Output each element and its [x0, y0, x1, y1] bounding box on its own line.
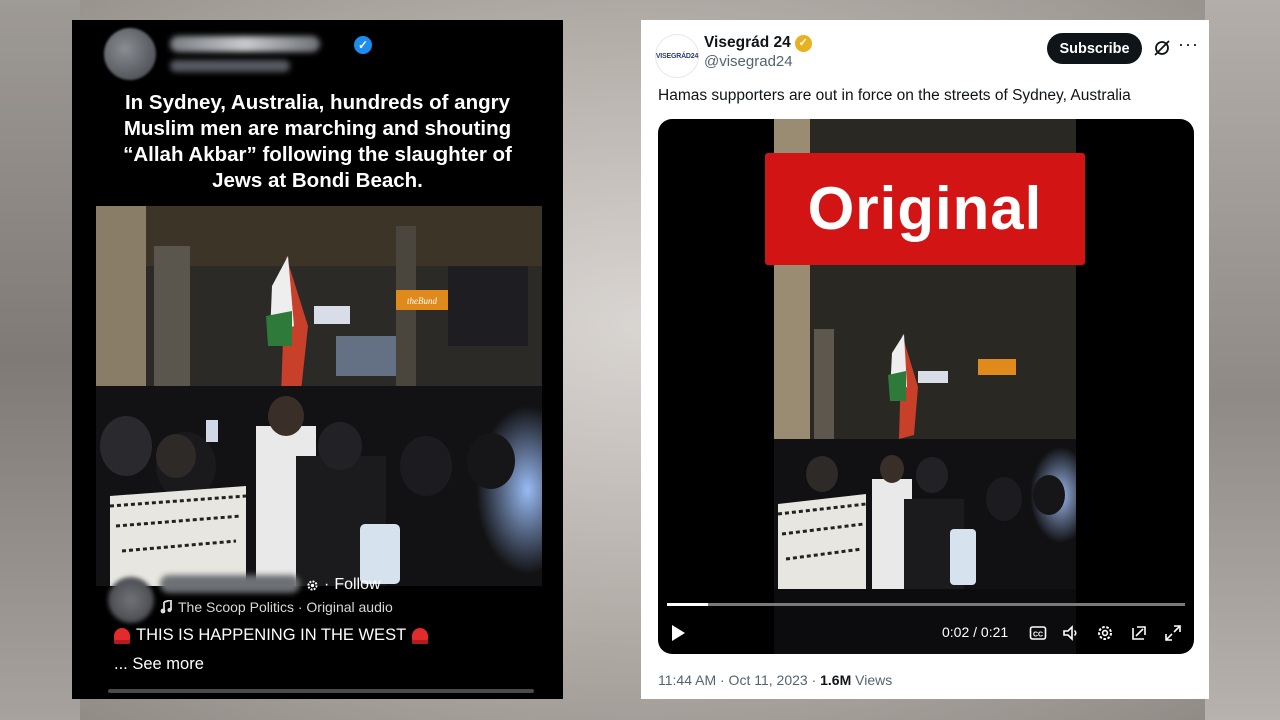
fb-video-player[interactable]: theBund — [96, 206, 542, 586]
account-name-label: Visegrád 24 — [704, 34, 791, 51]
original-label-banner: Original — [765, 153, 1085, 265]
avatar[interactable]: VISEGRÁD24 — [655, 34, 699, 78]
more-icon[interactable]: ··· — [1178, 34, 1199, 55]
views-label: Views — [851, 672, 893, 688]
post-text: Hamas supporters are out in force on the… — [658, 87, 1131, 104]
fb-follow-button[interactable]: · Follow — [306, 576, 381, 594]
blurred-account-name — [170, 36, 320, 52]
protest-video-frame: theBund — [96, 206, 542, 586]
fb-audio-label: The Scoop Politics · Original audio — [178, 599, 393, 615]
post-timestamp[interactable]: 11:44 AM · Oct 11, 2023 · — [658, 672, 820, 688]
blurred-avatar — [104, 28, 156, 80]
video-controls: 0:02 / 0:21 CC — [658, 619, 1194, 649]
pip-icon[interactable] — [1130, 624, 1148, 642]
siren-icon — [412, 627, 429, 644]
facebook-reel-screenshot: ✓ In Sydney, Australia, hundreds of angr… — [72, 20, 563, 699]
background-blur-left — [0, 0, 80, 720]
fb-header: ✓ — [104, 28, 534, 88]
fullscreen-icon[interactable] — [1164, 624, 1182, 642]
video-time-display: 0:02 / 0:21 — [942, 624, 1009, 640]
x-post-screenshot: VISEGRÁD24 Visegrád 24 ✓ @visegrad24 Sub… — [641, 20, 1209, 699]
avatar-logo-text: VISEGRÁD24 — [655, 52, 699, 60]
fb-audio-attribution[interactable]: The Scoop Politics · Original audio — [160, 599, 393, 615]
post-metadata: 11:44 AM · Oct 11, 2023 · 1.6M Views — [658, 672, 892, 688]
video-progress-bar[interactable] — [667, 603, 1185, 606]
gold-verified-icon: ✓ — [794, 34, 812, 52]
video-progress-fill — [667, 603, 709, 606]
background-blur-right — [1205, 0, 1280, 720]
account-handle[interactable]: @visegrad24 — [704, 53, 793, 70]
blurred-poster-avatar — [108, 577, 154, 623]
fb-video-sign-text: theBund — [407, 296, 437, 306]
account-name[interactable]: Visegrád 24 ✓ — [704, 34, 812, 52]
subscribe-button[interactable]: Subscribe — [1047, 33, 1142, 64]
fb-description-text: THIS IS HAPPENING IN THE WEST — [136, 626, 407, 644]
captions-icon[interactable]: CC — [1029, 624, 1047, 642]
fb-see-more-link[interactable]: ... See more — [114, 655, 204, 674]
fb-description: THIS IS HAPPENING IN THE WEST — [114, 626, 429, 645]
volume-icon[interactable] — [1062, 624, 1080, 642]
play-icon[interactable] — [670, 624, 686, 642]
blurred-poster-name — [160, 575, 300, 593]
verified-badge-icon: ✓ — [354, 36, 372, 54]
gear-icon — [307, 579, 318, 591]
fb-scroll-indicator — [108, 689, 534, 693]
views-count: 1.6M — [820, 672, 852, 688]
blurred-account-subtitle — [170, 60, 290, 72]
fb-reel-footer: · Follow The Scoop Politics · Original a… — [72, 575, 563, 699]
siren-icon — [114, 627, 130, 644]
fb-follow-label: Follow — [334, 576, 381, 593]
x-video-player[interactable]: Original 0:02 / 0:21 CC — [658, 119, 1194, 654]
fb-video-caption: In Sydney, Australia, hundreds of angry … — [123, 91, 512, 192]
svg-text:CC: CC — [1033, 632, 1043, 639]
music-note-icon — [160, 600, 172, 614]
settings-icon[interactable] — [1096, 624, 1114, 642]
grok-icon[interactable] — [1153, 39, 1171, 57]
